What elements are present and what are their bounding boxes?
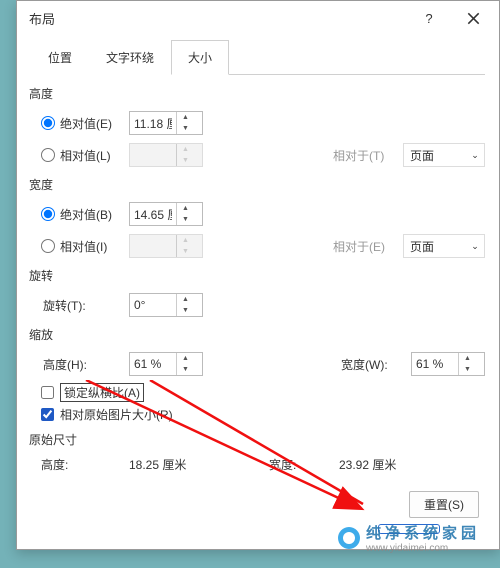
dialog-title: 布局	[29, 9, 407, 28]
height-relto-value: 页面	[404, 147, 466, 164]
width-abs-input[interactable]	[130, 207, 176, 221]
help-button[interactable]: ?	[407, 4, 451, 32]
spin-up-icon[interactable]: ▲	[177, 353, 194, 364]
width-rel-radio-input[interactable]	[41, 239, 55, 253]
rotation-label: 旋转(T):	[41, 297, 129, 314]
spin-up-icon: ▲	[177, 235, 194, 246]
scale-w-input[interactable]	[412, 357, 458, 371]
tab-size[interactable]: 大小	[171, 40, 229, 75]
width-rel-row: 相对值(I) ▲▼ 相对于(E) 页面⌄	[41, 233, 485, 259]
close-button[interactable]	[451, 4, 495, 32]
spin-up-icon[interactable]: ▲	[459, 353, 476, 364]
rotation-field[interactable]: ▲▼	[129, 293, 203, 317]
width-abs-field[interactable]: ▲▼	[129, 202, 203, 226]
reset-row: 重置(S)	[31, 479, 485, 518]
width-rel-radio[interactable]: 相对值(I)	[41, 238, 129, 255]
height-abs-field[interactable]: ▲▼	[129, 111, 203, 135]
width-rel-spinner: ▲▼	[176, 235, 194, 257]
spin-down-icon: ▼	[177, 246, 194, 257]
spin-down-icon[interactable]: ▼	[177, 305, 194, 316]
chevron-down-icon: ⌄	[466, 150, 484, 161]
width-abs-spinner[interactable]: ▲▼	[176, 203, 194, 225]
scale-h-field[interactable]: ▲▼	[129, 352, 203, 376]
spin-up-icon[interactable]: ▲	[177, 294, 194, 305]
watermark-logo-icon	[338, 527, 360, 549]
scale-w-label: 宽度(W):	[341, 356, 411, 373]
spin-down-icon[interactable]: ▼	[177, 123, 194, 134]
height-relto-label: 相对于(T)	[333, 147, 403, 164]
width-abs-radio-input[interactable]	[41, 207, 55, 221]
height-abs-input[interactable]	[130, 116, 176, 130]
rotation-row: 旋转(T): ▲▼	[41, 292, 485, 318]
scale-h-input[interactable]	[130, 357, 176, 371]
tab-position[interactable]: 位置	[31, 40, 89, 75]
spin-up-icon[interactable]: ▲	[177, 203, 194, 214]
height-rel-radio[interactable]: 相对值(L)	[41, 147, 129, 164]
width-abs-row: 绝对值(B) ▲▼	[41, 201, 485, 227]
original-row: 高度: 18.25 厘米 宽度: 23.92 厘米	[41, 456, 485, 473]
spin-down-icon: ▼	[177, 155, 194, 166]
width-rel-label: 相对值(I)	[60, 238, 107, 255]
orig-w-value: 23.92 厘米	[339, 456, 396, 473]
scale-w-spinner[interactable]: ▲▼	[458, 353, 476, 375]
watermark-title: 纯净系统家园	[366, 522, 480, 543]
spin-down-icon[interactable]: ▼	[177, 364, 194, 375]
height-rel-row: 相对值(L) ▲▼ 相对于(T) 页面⌄	[41, 142, 485, 168]
close-icon	[467, 12, 480, 25]
spin-up-icon[interactable]: ▲	[177, 112, 194, 123]
chevron-down-icon: ⌄	[466, 241, 484, 252]
width-relto-combo: 页面⌄	[403, 234, 485, 258]
rotation-spinner[interactable]: ▲▼	[176, 294, 194, 316]
height-rel-field: ▲▼	[129, 143, 203, 167]
lock-aspect-row[interactable]: 锁定纵横比(A)	[41, 383, 485, 402]
scale-w-field[interactable]: ▲▼	[411, 352, 485, 376]
layout-dialog: 布局 ? 位置 文字环绕 大小 高度 绝对值(E) ▲▼ 相对值(L) ▲▼ 相…	[16, 0, 500, 550]
height-abs-radio[interactable]: 绝对值(E)	[41, 115, 129, 132]
height-relto-combo: 页面⌄	[403, 143, 485, 167]
width-relto-label: 相对于(E)	[333, 238, 403, 255]
lock-aspect-label: 锁定纵横比(A)	[60, 383, 144, 402]
scale-row: 高度(H): ▲▼ 宽度(W): ▲▼	[41, 351, 485, 377]
lock-aspect-checkbox[interactable]	[41, 386, 54, 399]
orig-h-label: 高度:	[41, 456, 129, 473]
scale-h-spinner[interactable]: ▲▼	[176, 353, 194, 375]
tab-text-wrap[interactable]: 文字环绕	[89, 40, 171, 75]
height-rel-radio-input[interactable]	[41, 148, 55, 162]
width-rel-input	[130, 239, 176, 253]
width-rel-field: ▲▼	[129, 234, 203, 258]
section-rotation: 旋转	[29, 267, 485, 284]
reset-button[interactable]: 重置(S)	[409, 491, 479, 518]
spin-down-icon[interactable]: ▼	[459, 364, 476, 375]
height-abs-row: 绝对值(E) ▲▼	[41, 110, 485, 136]
watermark-url: www.yidaimei.com	[366, 543, 480, 554]
scale-h-label: 高度(H):	[41, 356, 129, 373]
height-rel-input	[130, 148, 176, 162]
section-height: 高度	[29, 85, 485, 102]
height-abs-label: 绝对值(E)	[60, 115, 112, 132]
section-scale: 缩放	[29, 326, 485, 343]
spin-down-icon[interactable]: ▼	[177, 214, 194, 225]
height-abs-radio-input[interactable]	[41, 116, 55, 130]
dialog-body: 位置 文字环绕 大小 高度 绝对值(E) ▲▼ 相对值(L) ▲▼ 相对于(T)…	[17, 35, 499, 528]
width-abs-label: 绝对值(B)	[60, 206, 112, 223]
relative-original-label: 相对原始图片大小(R)	[60, 406, 173, 423]
spin-up-icon: ▲	[177, 144, 194, 155]
orig-w-label: 宽度:	[269, 456, 339, 473]
tab-strip: 位置 文字环绕 大小	[31, 39, 485, 75]
section-original: 原始尺寸	[29, 431, 485, 448]
width-abs-radio[interactable]: 绝对值(B)	[41, 206, 129, 223]
section-width: 宽度	[29, 176, 485, 193]
height-rel-spinner: ▲▼	[176, 144, 194, 166]
relative-original-row[interactable]: 相对原始图片大小(R)	[41, 406, 485, 423]
relative-original-checkbox[interactable]	[41, 408, 54, 421]
height-abs-spinner[interactable]: ▲▼	[176, 112, 194, 134]
orig-h-value: 18.25 厘米	[129, 456, 269, 473]
height-rel-label: 相对值(L)	[60, 147, 111, 164]
watermark: 纯净系统家园 www.yidaimei.com	[338, 522, 480, 554]
width-relto-value: 页面	[404, 238, 466, 255]
rotation-input[interactable]	[130, 298, 176, 312]
titlebar: 布局 ?	[17, 1, 499, 35]
